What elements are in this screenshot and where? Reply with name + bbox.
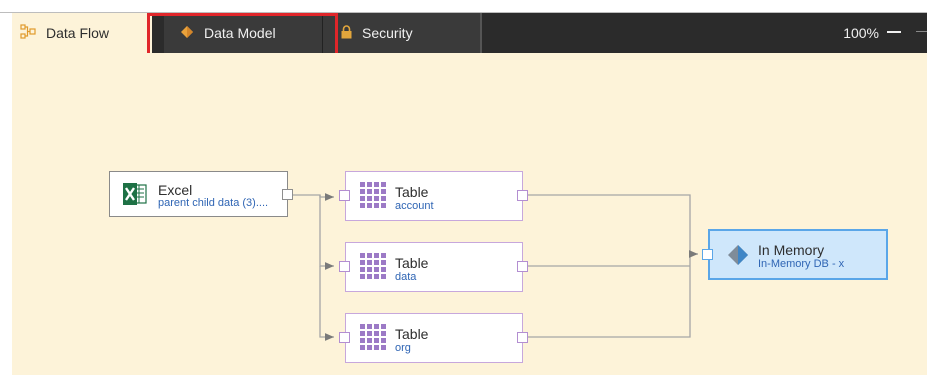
in-memory-subtitle: In-Memory DB - x bbox=[758, 258, 845, 270]
table-node-subtitle: org bbox=[395, 342, 411, 354]
excel-source-node[interactable]: Excel parent child data (3).... bbox=[109, 171, 288, 217]
table-node-title: Table bbox=[395, 184, 429, 200]
excel-output-port[interactable] bbox=[282, 189, 293, 200]
table-org-input-port[interactable] bbox=[339, 332, 350, 343]
table-grid-icon bbox=[360, 324, 386, 355]
in-memory-input-port[interactable] bbox=[702, 249, 713, 260]
table-org-output-port[interactable] bbox=[517, 332, 528, 343]
in-memory-node[interactable]: In Memory In-Memory DB - x bbox=[708, 229, 888, 280]
table-account-output-port[interactable] bbox=[517, 190, 528, 201]
table-node-data[interactable]: Table data bbox=[345, 242, 523, 292]
table-node-subtitle: account bbox=[395, 200, 434, 212]
table-grid-icon bbox=[360, 253, 386, 284]
excel-node-subtitle: parent child data (3).... bbox=[158, 197, 269, 209]
table-data-output-port[interactable] bbox=[517, 261, 528, 272]
excel-icon bbox=[123, 183, 147, 210]
table-node-title: Table bbox=[395, 255, 429, 271]
in-memory-title: In Memory bbox=[758, 242, 825, 258]
table-data-input-port[interactable] bbox=[339, 261, 350, 272]
table-grid-icon bbox=[360, 182, 386, 213]
table-account-input-port[interactable] bbox=[339, 190, 350, 201]
table-node-account[interactable]: Table account bbox=[345, 171, 523, 221]
table-node-title: Table bbox=[395, 326, 429, 342]
table-node-org[interactable]: Table org bbox=[345, 313, 523, 363]
excel-node-title: Excel bbox=[158, 182, 193, 198]
diamond-icon bbox=[727, 244, 749, 271]
table-node-subtitle: data bbox=[395, 271, 417, 283]
